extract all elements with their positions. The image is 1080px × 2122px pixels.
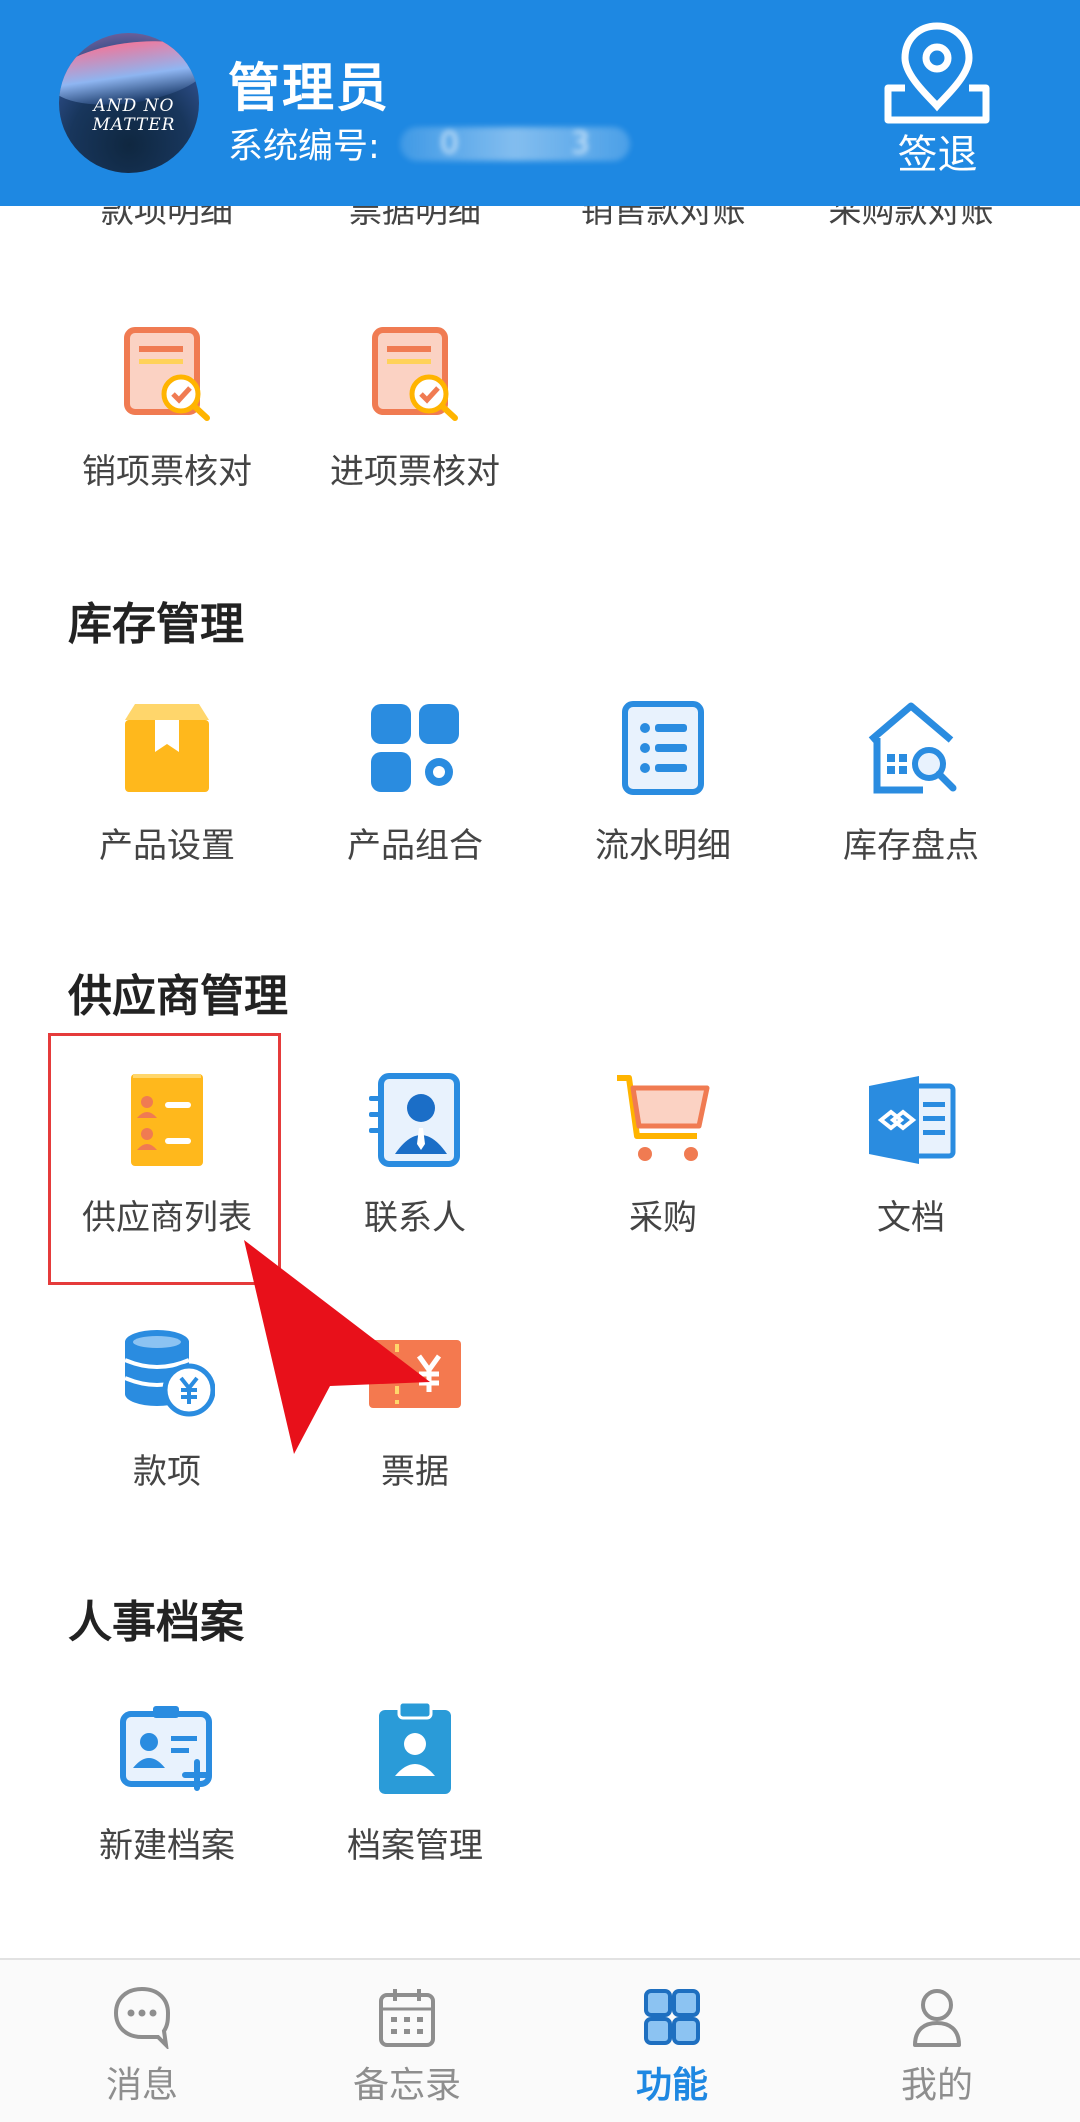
section-title-inventory: 库存管理 [68, 599, 244, 650]
invoice-check-icon [372, 327, 458, 421]
item-new-profile[interactable]: 新建档案 [43, 1700, 291, 1900]
item-product-settings[interactable]: 产品设置 [43, 700, 291, 900]
item-label: 销项票核对 [82, 452, 252, 492]
warehouse-search-icon [868, 702, 957, 794]
shopping-cart-icon [617, 1075, 710, 1161]
item-label: 进项票核对 [330, 452, 500, 492]
product-combo-icon [371, 704, 459, 792]
function-grid: 款项明细 票据明细 销售款对账 采购款对账 销项票核对 进项票核对 库存管理 产… [0, 206, 1080, 1958]
item-stock-check[interactable]: 库存盘点 [787, 700, 1035, 900]
message-icon [113, 1986, 171, 2049]
tab-messages[interactable]: 消息 [7, 1960, 277, 2122]
item-label: 文档 [877, 1198, 945, 1238]
item-label: 库存盘点 [843, 826, 979, 866]
partial-item-label[interactable]: 销售款对账 [539, 206, 787, 232]
system-number-last-digit: 3 [570, 126, 590, 161]
item-purchase[interactable]: 采购 [539, 1072, 787, 1272]
item-flow-details[interactable]: 流水明细 [539, 700, 787, 900]
avatar-caption: AND NO MATTER [92, 96, 176, 135]
app-header: AND NO MATTER 管理员 系统编号: 0 3 签退 [0, 0, 1080, 206]
item-label: 产品组合 [347, 826, 483, 866]
partial-item-label[interactable]: 采购款对账 [787, 206, 1035, 232]
signout-button[interactable]: 签退 [870, 18, 1005, 178]
pointer-arrow-icon [244, 1240, 430, 1454]
tab-label: 功能 [635, 2065, 708, 2106]
document-icon [869, 1076, 956, 1164]
signout-label: 签退 [897, 132, 978, 178]
tab-label: 消息 [105, 2065, 178, 2106]
tab-mine[interactable]: 我的 [802, 1960, 1072, 2122]
item-profile-management[interactable]: 档案管理 [291, 1700, 539, 1900]
item-documents[interactable]: 文档 [787, 1072, 1035, 1272]
item-product-combo[interactable]: 产品组合 [291, 700, 539, 900]
finance-partial-row: 款项明细 票据明细 销售款对账 采购款对账 [0, 206, 1080, 234]
profile-clipboard-icon [379, 1700, 451, 1794]
product-box-icon [125, 704, 209, 792]
section-title-supplier: 供应商管理 [68, 971, 288, 1022]
grid-icon [644, 1989, 700, 2045]
item-label: 联系人 [364, 1198, 466, 1238]
admin-name: 管理员 [228, 59, 391, 119]
avatar[interactable]: AND NO MATTER [59, 33, 199, 173]
item-output-invoice-check[interactable]: 销项票核对 [43, 326, 291, 526]
system-number-first-digit: 0 [439, 126, 459, 161]
tab-functions[interactable]: 功能 [537, 1960, 807, 2122]
item-label: 产品设置 [99, 826, 235, 866]
item-label: 流水明细 [595, 826, 731, 866]
tab-label: 我的 [900, 2065, 973, 2106]
invoice-check-icon [124, 327, 210, 421]
partial-item-label[interactable]: 票据明细 [291, 206, 539, 232]
item-input-invoice-check[interactable]: 进项票核对 [291, 326, 539, 526]
list-document-icon [622, 701, 704, 795]
tab-label: 备忘录 [352, 2065, 461, 2106]
coins-yuan-icon [124, 1330, 215, 1417]
item-label: 新建档案 [99, 1826, 235, 1866]
partial-item-label[interactable]: 款项明细 [43, 206, 291, 232]
new-profile-icon [120, 1706, 212, 1791]
tab-memo[interactable]: 备忘录 [272, 1960, 542, 2122]
calendar-icon [379, 1989, 435, 2047]
bottom-tab-bar: 消息 备忘录 功能 我的 [0, 1958, 1080, 2122]
item-label: 档案管理 [347, 1826, 483, 1866]
item-label: 采购 [629, 1198, 697, 1238]
system-number-value-blurred: 0 3 [399, 126, 630, 161]
system-number: 系统编号: 0 3 [228, 118, 630, 169]
person-icon [913, 1989, 961, 2047]
location-pin-icon [884, 22, 990, 124]
contact-card-icon [369, 1073, 460, 1167]
section-title-hr: 人事档案 [68, 1597, 244, 1648]
system-number-label: 系统编号: [228, 127, 380, 167]
